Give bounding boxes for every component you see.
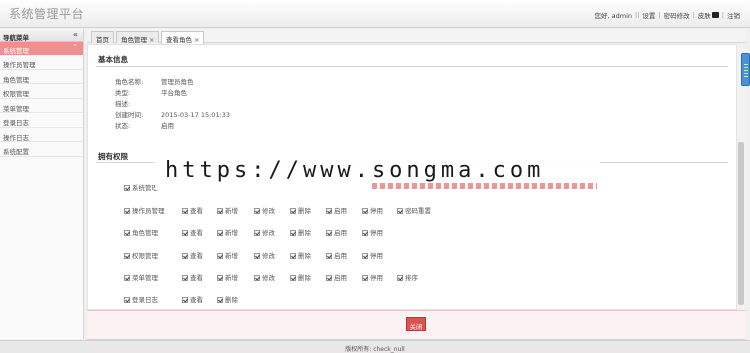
- greeting: 您好, admin: [594, 12, 633, 20]
- tab-view-role[interactable]: 查看角色 ×: [161, 31, 205, 44]
- permission-module[interactable]: 角色管理: [124, 227, 158, 237]
- permission-action[interactable]: 启用: [326, 250, 347, 260]
- watermark-stripe: [372, 183, 597, 189]
- permission-action[interactable]: 查看: [182, 205, 203, 215]
- permission-module[interactable]: 菜单管理: [124, 272, 158, 282]
- permission-action[interactable]: 删除: [290, 205, 311, 215]
- scrollbar-thumb[interactable]: [738, 142, 744, 305]
- permission-action[interactable]: 停用: [362, 227, 383, 237]
- permission-action[interactable]: 新增: [217, 227, 238, 237]
- permission-action[interactable]: 删除: [290, 227, 311, 237]
- info-type: 类型: 平台角色: [115, 89, 187, 97]
- info-role-name: 角色名称: 管理员角色: [115, 78, 194, 86]
- top-bar: 系统管理平台 您好, admin || 设置 | 密码修改 | 皮肤 | 注销: [0, 0, 750, 28]
- permission-action[interactable]: 查看: [182, 294, 203, 304]
- sidebar-item-permissions[interactable]: 权限管理: [0, 84, 83, 99]
- close-button[interactable]: 关闭: [406, 317, 426, 331]
- nav-title: 导航菜单: [3, 34, 29, 42]
- tab-strip: 首页 角色管理 × 查看角色 ×: [87, 29, 746, 44]
- side-widget-icon[interactable]: [741, 53, 750, 86]
- footer: 版权所有: check_null: [0, 340, 750, 353]
- permission-action[interactable]: 新增: [217, 250, 238, 260]
- sidebar-item-login-log[interactable]: 登录日志: [0, 113, 83, 128]
- checkbox[interactable]: [124, 185, 130, 191]
- permission-action[interactable]: 查看: [182, 272, 203, 282]
- info-description: 描述:: [115, 100, 131, 108]
- shirt-icon: [711, 12, 719, 18]
- permission-action[interactable]: 停用: [362, 250, 383, 260]
- close-icon[interactable]: ×: [149, 36, 154, 44]
- settings-link[interactable]: 设置: [642, 10, 655, 20]
- sidebar-item-menus[interactable]: 菜单管理: [0, 99, 83, 113]
- change-password-link[interactable]: 密码修改: [664, 10, 690, 20]
- permission-module[interactable]: 权限管理: [124, 250, 158, 260]
- permission-action[interactable]: 修改: [254, 205, 275, 215]
- info-status: 状态: 启用: [115, 122, 174, 130]
- permission-action[interactable]: 新增: [217, 205, 238, 215]
- nav-header: 导航菜单 «: [0, 29, 83, 42]
- sidebar-item-system-config[interactable]: 系统配置: [0, 142, 83, 157]
- permission-action[interactable]: 删除: [290, 272, 311, 282]
- basic-info-title: 基本信息: [98, 55, 128, 64]
- permission-module[interactable]: 登录日志: [124, 294, 158, 304]
- permission-action[interactable]: 修改: [254, 272, 275, 282]
- sidebar-item-roles[interactable]: 角色管理: [0, 70, 83, 84]
- top-links: 您好, admin || 设置 | 密码修改 | 皮肤 | 注销: [594, 10, 741, 20]
- permission-action[interactable]: 密码重置: [397, 205, 431, 215]
- permissions-title: 拥有权限: [98, 152, 128, 161]
- permission-action[interactable]: 查看: [182, 250, 203, 260]
- info-created-time: 创建时间: 2015-03-17 15:01:33: [115, 111, 231, 119]
- permission-action[interactable]: 修改: [254, 227, 275, 237]
- sidebar: 导航菜单 « 系统管理 ⌃ 操作员管理 角色管理 权限管理 菜单管理 登录日志 …: [0, 29, 84, 339]
- permission-action[interactable]: 删除: [290, 250, 311, 260]
- app-title: 系统管理平台: [9, 7, 85, 21]
- permission-action[interactable]: 停用: [362, 272, 383, 282]
- sidebar-item-operation-log[interactable]: 操作日志: [0, 128, 83, 142]
- permission-action[interactable]: 查看: [182, 227, 203, 237]
- skin-link[interactable]: 皮肤: [698, 10, 719, 20]
- permission-root[interactable]: 系统管理: [124, 182, 158, 192]
- tab-role-management[interactable]: 角色管理 ×: [116, 31, 160, 44]
- permission-action[interactable]: 排序: [397, 272, 418, 282]
- permission-module[interactable]: 操作员管理: [124, 205, 165, 215]
- permission-action[interactable]: 删除: [217, 294, 238, 304]
- chevron-up-icon: ⌃: [72, 43, 78, 51]
- collapse-icon[interactable]: «: [73, 30, 78, 39]
- permission-action[interactable]: 启用: [326, 205, 347, 215]
- close-icon[interactable]: ×: [194, 36, 199, 44]
- permission-action[interactable]: 停用: [362, 205, 383, 215]
- nav-group-system[interactable]: 系统管理 ⌃: [0, 42, 83, 55]
- sidebar-item-operators[interactable]: 操作员管理: [0, 55, 83, 70]
- logout-link[interactable]: 注销: [727, 10, 740, 20]
- permission-action[interactable]: 启用: [326, 227, 347, 237]
- permission-action[interactable]: 新增: [217, 272, 238, 282]
- tab-home[interactable]: 首页: [91, 31, 114, 44]
- permission-action[interactable]: 启用: [326, 272, 347, 282]
- watermark-text: https://www.songma.com: [165, 158, 545, 183]
- permission-action[interactable]: 修改: [254, 250, 275, 260]
